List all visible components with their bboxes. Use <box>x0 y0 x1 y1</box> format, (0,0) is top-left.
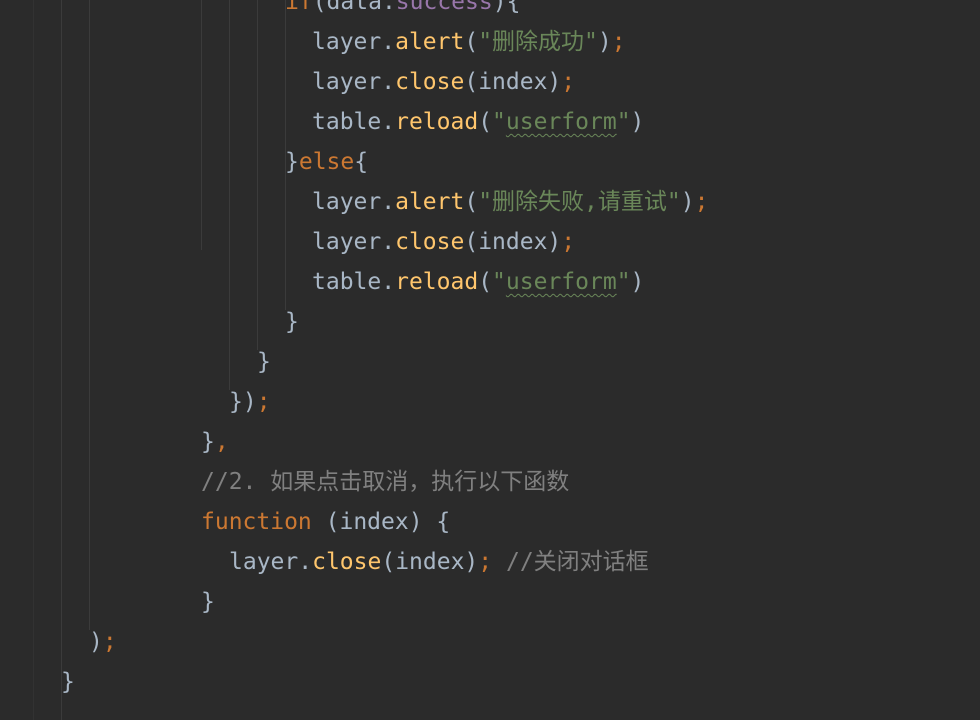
code-line[interactable]: layer.alert("删除成功"); <box>312 22 626 62</box>
gutter-divider <box>33 0 34 720</box>
code-token: ; <box>611 29 626 55</box>
code-token: ( <box>464 189 479 215</box>
code-token: layer. <box>312 69 396 95</box>
code-token: ) <box>630 109 645 135</box>
indent-guide <box>229 0 230 390</box>
code-token: userform <box>505 109 617 135</box>
code-token: ; <box>256 389 271 415</box>
code-line[interactable]: } <box>285 302 299 342</box>
code-token: " <box>616 269 631 295</box>
code-token: layer. <box>312 29 396 55</box>
code-line[interactable]: layer.close(index); <box>312 222 575 262</box>
code-comment: //关闭对话框 <box>505 549 649 575</box>
code-token: else <box>298 149 355 175</box>
indent-guide <box>257 0 258 350</box>
code-token: reload <box>395 269 479 295</box>
code-line[interactable]: }else{ <box>285 142 368 182</box>
code-token: (data. <box>312 0 396 15</box>
code-token: close <box>395 229 465 255</box>
code-line[interactable]: layer.close(index); <box>312 62 575 102</box>
code-token: ){ <box>492 0 521 15</box>
code-token: ) <box>89 629 103 655</box>
code-line[interactable]: function (index) { <box>201 502 450 542</box>
code-token: , <box>214 429 229 455</box>
code-token: ; <box>102 629 117 655</box>
code-token: ) <box>630 269 645 295</box>
code-line[interactable]: } <box>61 662 75 702</box>
code-token: (index) { <box>311 509 451 535</box>
code-line[interactable]: ); <box>89 622 117 662</box>
code-token: if <box>285 0 313 15</box>
code-token: userform <box>505 269 617 295</box>
code-token: close <box>312 549 382 575</box>
code-token: table. <box>312 109 396 135</box>
code-token: " <box>616 109 631 135</box>
code-token: layer. <box>229 549 313 575</box>
code-token: } <box>201 429 215 455</box>
code-token: ) <box>597 29 612 55</box>
indent-guide <box>89 0 90 630</box>
code-token: { <box>354 149 369 175</box>
code-token: ( <box>478 269 493 295</box>
code-line[interactable]: layer.close(index); //关闭对话框 <box>229 542 649 582</box>
code-line[interactable]: table.reload("userform") <box>312 262 644 302</box>
code-token: alert <box>395 29 465 55</box>
code-token: }) <box>229 389 257 415</box>
code-line[interactable]: layer.alert("删除失败,请重试"); <box>312 182 708 222</box>
code-token: ; <box>561 69 576 95</box>
code-token: table. <box>312 269 396 295</box>
code-token: close <box>395 69 465 95</box>
code-line[interactable]: } <box>201 582 215 622</box>
code-token: alert <box>395 189 465 215</box>
code-token: } <box>257 349 271 375</box>
code-token: ( <box>478 109 493 135</box>
code-line[interactable]: }); <box>229 382 271 422</box>
code-line[interactable]: table.reload("userform") <box>312 102 644 142</box>
code-comment: //2. 如果点击取消，执行以下函数 <box>201 469 570 495</box>
code-token: (index) <box>464 69 562 95</box>
code-token: function <box>201 509 312 535</box>
code-token: (index) <box>381 549 479 575</box>
code-token: ) <box>680 189 695 215</box>
indent-guide <box>201 0 202 250</box>
code-token: } <box>201 589 215 615</box>
code-token: (index) <box>464 229 562 255</box>
code-token: " <box>492 109 506 135</box>
code-token: ; <box>561 229 576 255</box>
code-token: } <box>285 309 299 335</box>
code-token: layer. <box>312 229 396 255</box>
code-token: success <box>395 0 493 15</box>
code-token: ; <box>694 189 709 215</box>
code-line[interactable]: } <box>257 342 271 382</box>
code-token: "删除失败,请重试" <box>478 189 681 215</box>
code-token: } <box>285 149 299 175</box>
indent-guide <box>61 0 62 720</box>
code-token: ; <box>478 549 506 575</box>
code-line[interactable]: //2. 如果点击取消，执行以下函数 <box>201 462 569 502</box>
code-line[interactable]: }, <box>201 422 229 462</box>
code-line[interactable]: if(data.success){ <box>285 0 520 22</box>
code-token: "删除成功" <box>478 29 598 55</box>
code-token: ( <box>464 29 479 55</box>
code-token: " <box>492 269 506 295</box>
code-editor[interactable]: if(data.success){layer.alert("删除成功"); lay… <box>0 0 980 720</box>
code-token: reload <box>395 109 479 135</box>
code-token: layer. <box>312 189 396 215</box>
code-token: } <box>61 669 75 695</box>
